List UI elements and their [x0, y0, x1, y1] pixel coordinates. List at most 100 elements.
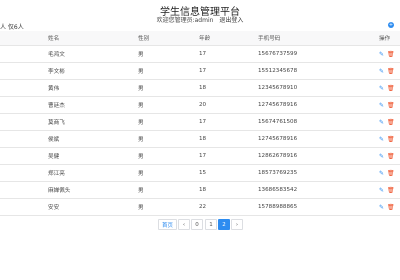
student-age: 18 — [199, 136, 207, 142]
column-header-sex: 性别 — [138, 36, 150, 42]
student-phone: 12745678916 — [258, 102, 298, 108]
row-actions: ✎ 🗑 — [379, 114, 395, 130]
pencil-icon[interactable]: ✎ — [379, 204, 384, 211]
page-1-button[interactable]: 1 — [205, 219, 217, 230]
student-age: 18 — [199, 187, 207, 193]
student-age: 17 — [199, 68, 207, 74]
student-name: 莫商飞 — [48, 120, 65, 126]
pencil-icon[interactable]: ✎ — [379, 68, 384, 75]
student-sex: 男 — [138, 171, 144, 177]
table-row: 莫商飞 男 17 15674761508 ✎ 🗑 — [0, 114, 400, 131]
trash-icon[interactable]: 🗑 — [387, 51, 395, 58]
student-phone: 15676737599 — [258, 51, 298, 57]
student-name: 郑江亮 — [48, 171, 65, 177]
next-page-button[interactable]: › — [231, 219, 243, 230]
first-page-button[interactable]: 首页 — [158, 219, 177, 230]
row-actions: ✎ 🗑 — [379, 165, 395, 181]
pagination: 首页 ‹ 0 1 2 › — [0, 219, 400, 231]
table-row: 吴健 男 17 12862678916 ✎ 🗑 — [0, 148, 400, 165]
student-sex: 男 — [138, 137, 144, 143]
student-age: 17 — [199, 153, 207, 159]
pencil-icon[interactable]: ✎ — [379, 153, 384, 160]
student-name: 曹廷杰 — [48, 103, 65, 109]
row-actions: ✎ 🗑 — [379, 46, 395, 62]
column-header-age: 年龄 — [199, 36, 211, 42]
pencil-icon[interactable]: ✎ — [379, 51, 384, 58]
page-0-button[interactable]: 0 — [191, 219, 203, 230]
logout-link[interactable]: 退出登入 — [219, 17, 243, 24]
column-header-ops: 操作 — [379, 36, 391, 42]
row-actions: ✎ 🗑 — [379, 97, 395, 113]
student-phone: 15674761508 — [258, 119, 298, 125]
pencil-icon[interactable]: ✎ — [379, 102, 384, 109]
student-phone: 15788988865 — [258, 204, 298, 210]
table-row: 安安 男 22 15788988865 ✎ 🗑 — [0, 199, 400, 216]
student-name: 侯斌 — [48, 137, 60, 143]
pencil-icon[interactable]: ✎ — [379, 119, 384, 126]
row-actions: ✎ 🗑 — [379, 182, 395, 198]
student-phone: 12345678910 — [258, 85, 298, 91]
record-count: 人 仅6人 — [0, 24, 24, 31]
table-row: 郑江亮 男 15 18573769235 ✎ 🗑 — [0, 165, 400, 182]
page-header: 学生信息管理平台 欢迎您管理员:admin 退出登入 人 仅6人 + — [0, 0, 400, 31]
row-actions: ✎ 🗑 — [379, 131, 395, 147]
student-sex: 男 — [138, 52, 144, 58]
student-name: 安安 — [48, 205, 60, 211]
student-name: 黄伟 — [48, 86, 60, 92]
student-age: 22 — [199, 204, 207, 210]
welcome-bar: 欢迎您管理员:admin 退出登入 — [0, 15, 400, 24]
student-sex: 男 — [138, 103, 144, 109]
table-row: 毛鸿文 男 17 15676737599 ✎ 🗑 — [0, 46, 400, 63]
student-name: 李文彬 — [48, 69, 65, 75]
add-student-button[interactable]: + — [388, 22, 394, 28]
trash-icon[interactable]: 🗑 — [387, 187, 395, 194]
student-phone: 12745678916 — [258, 136, 298, 142]
welcome-text: 欢迎您管理员:admin — [156, 17, 214, 24]
student-phone: 12862678916 — [258, 153, 298, 159]
column-header-name: 姓名 — [48, 36, 60, 42]
table-row: 麻婵佩头 男 18 13686583542 ✎ 🗑 — [0, 182, 400, 199]
prev-page-button[interactable]: ‹ — [178, 219, 190, 230]
student-age: 17 — [199, 119, 207, 125]
student-age: 20 — [199, 102, 207, 108]
student-table: 姓名 性别 年龄 手机号码 操作 毛鸿文男 17 15676737599 ✎ 🗑 李文彬男… — [0, 31, 400, 216]
trash-icon[interactable]: 🗑 — [387, 153, 395, 160]
student-name: 麻婵佩头 — [48, 188, 71, 194]
student-sex: 男 — [138, 188, 144, 194]
student-age: 15 — [199, 170, 207, 176]
student-name: 吴健 — [48, 154, 60, 160]
student-phone: 13686583542 — [258, 187, 298, 193]
student-phone: 18573769235 — [258, 170, 298, 176]
row-actions: ✎ 🗑 — [379, 148, 395, 164]
row-actions: ✎ 🗑 — [379, 63, 395, 79]
student-sex: 男 — [138, 69, 144, 75]
trash-icon[interactable]: 🗑 — [387, 119, 395, 126]
student-sex: 男 — [138, 205, 144, 211]
student-sex: 男 — [138, 120, 144, 126]
pencil-icon[interactable]: ✎ — [379, 85, 384, 92]
pencil-icon[interactable]: ✎ — [379, 136, 384, 143]
trash-icon[interactable]: 🗑 — [387, 204, 395, 211]
table-header-row: 姓名 性别 年龄 手机号码 操作 — [0, 31, 400, 46]
trash-icon[interactable]: 🗑 — [387, 68, 395, 75]
student-age: 17 — [199, 51, 207, 57]
student-phone: 15512345678 — [258, 68, 298, 74]
student-sex: 男 — [138, 86, 144, 92]
table-row: 李文彬 男 17 15512345678 ✎ 🗑 — [0, 63, 400, 80]
trash-icon[interactable]: 🗑 — [387, 102, 395, 109]
plus-icon: + — [388, 22, 394, 28]
student-name: 毛鸿文 — [48, 52, 65, 58]
page-2-button[interactable]: 2 — [218, 219, 230, 230]
table-row: 侯斌 男 18 12745678916 ✎ 🗑 — [0, 131, 400, 148]
column-header-phone: 手机号码 — [258, 36, 281, 42]
student-sex: 男 — [138, 154, 144, 160]
student-age: 18 — [199, 85, 207, 91]
trash-icon[interactable]: 🗑 — [387, 170, 395, 177]
trash-icon[interactable]: 🗑 — [387, 136, 395, 143]
pencil-icon[interactable]: ✎ — [379, 187, 384, 194]
table-row: 曹廷杰 男 20 12745678916 ✎ 🗑 — [0, 97, 400, 114]
row-actions: ✎ 🗑 — [379, 199, 395, 215]
trash-icon[interactable]: 🗑 — [387, 85, 395, 92]
row-actions: ✎ 🗑 — [379, 80, 395, 96]
pencil-icon[interactable]: ✎ — [379, 170, 384, 177]
